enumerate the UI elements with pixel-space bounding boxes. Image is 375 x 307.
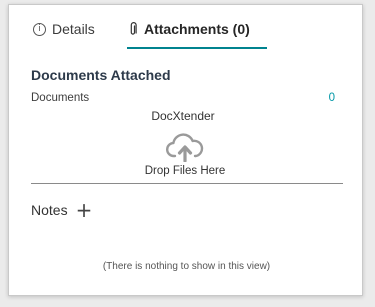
documents-label: Documents <box>31 92 90 104</box>
info-icon: i <box>33 22 46 36</box>
section-divider <box>31 183 343 184</box>
notes-heading: Notes <box>31 202 68 218</box>
tab-attachments[interactable]: Attachments (0) <box>129 19 250 39</box>
tab-attachments-label: Attachments (0) <box>144 21 250 37</box>
notes-header: Notes + <box>31 200 93 220</box>
dropzone-title: DocXtender <box>151 109 215 123</box>
tab-details-label: Details <box>52 21 95 37</box>
tab-details[interactable]: i Details <box>33 19 95 39</box>
notes-empty-message: (There is nothing to show in this view) <box>102 261 271 272</box>
paperclip-icon <box>130 22 137 35</box>
active-tab-indicator <box>127 47 267 49</box>
documents-attached-heading: Documents Attached <box>31 67 171 83</box>
factbox-panel: i Details Attachments (0) Documents Atta… <box>8 4 363 296</box>
documents-count-link[interactable]: 0 <box>329 92 335 104</box>
plus-icon[interactable]: + <box>76 200 93 220</box>
drop-files-hint: Drop Files Here <box>144 165 226 177</box>
cloud-upload-icon[interactable] <box>166 132 204 162</box>
